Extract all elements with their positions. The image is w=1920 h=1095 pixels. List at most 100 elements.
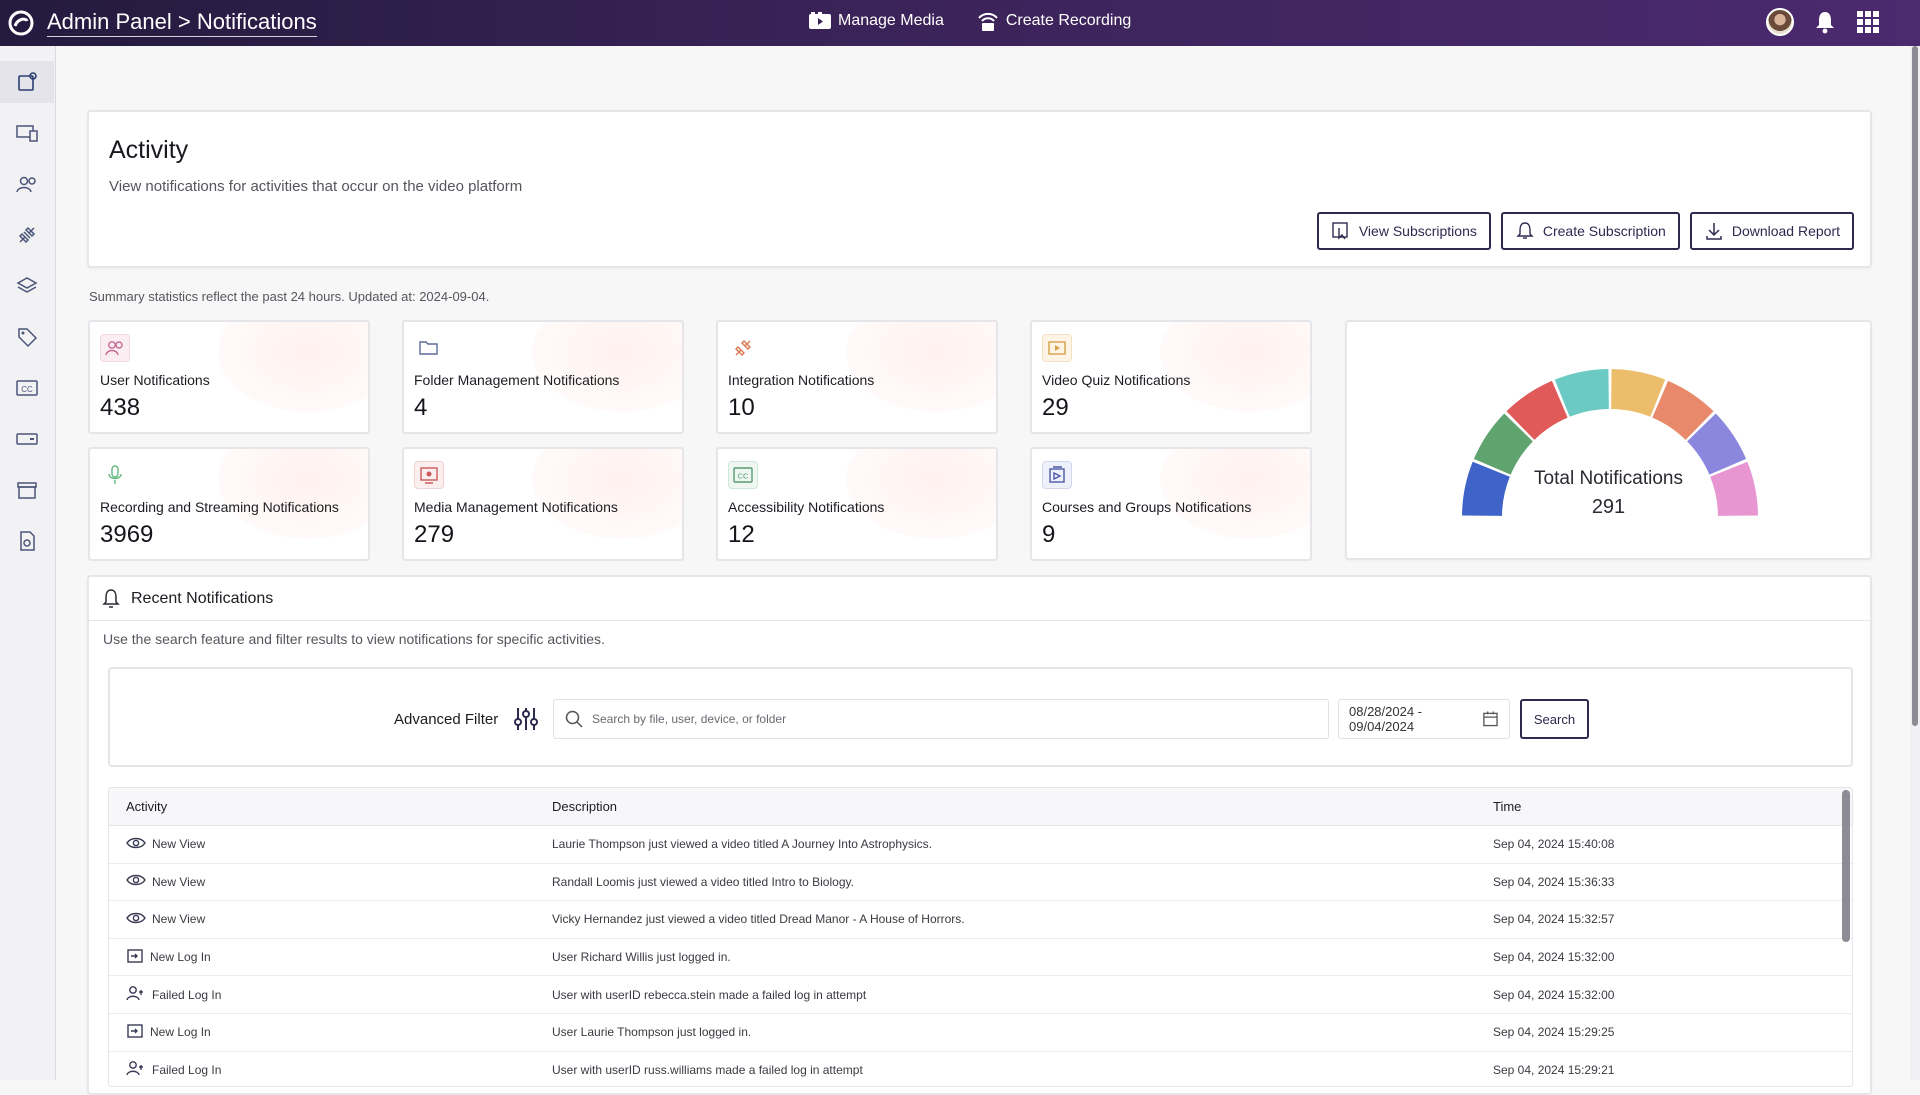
media-icon: [414, 461, 444, 489]
manage-media-label: Manage Media: [838, 12, 944, 29]
stat-card-video-quiz[interactable]: Video Quiz Notifications 29: [1030, 320, 1312, 434]
recent-notifications-panel: Recent Notifications Use the search feat…: [87, 575, 1872, 1095]
column-header-activity[interactable]: Activity: [126, 799, 167, 814]
courses-icon: [1042, 461, 1072, 489]
column-header-time[interactable]: Time: [1493, 799, 1521, 814]
view-subscriptions-button[interactable]: View Subscriptions: [1316, 212, 1491, 250]
table-row[interactable]: New Log In User Laurie Thompson just logg…: [109, 1014, 1852, 1052]
breadcrumb-notifications[interactable]: Notifications: [197, 9, 317, 34]
table-row[interactable]: New View Laurie Thompson just viewed a vi…: [109, 826, 1852, 864]
sidebar-item-integrations[interactable]: [0, 214, 54, 256]
stat-card-courses[interactable]: Courses and Groups Notifications 9: [1030, 447, 1312, 561]
view-subscriptions-label: View Subscriptions: [1358, 223, 1477, 239]
table-row[interactable]: New View Vicky Hernandez just viewed a vi…: [109, 901, 1852, 939]
stat-card-folder[interactable]: Folder Management Notifications 4: [402, 320, 684, 434]
stat-card-recording[interactable]: Recording and Streaming Notifications 39…: [88, 447, 370, 561]
stat-label: Video Quiz Notifications: [1042, 372, 1191, 388]
bell-icon[interactable]: [1814, 10, 1836, 34]
manage-media-link[interactable]: Manage Media: [808, 10, 944, 32]
stat-label: Integration Notifications: [728, 372, 875, 388]
apps-grid-icon[interactable]: [1856, 10, 1880, 34]
download-report-button[interactable]: Download Report: [1689, 212, 1854, 250]
description-cell: Randall Loomis just viewed a video title…: [552, 874, 854, 889]
create-subscription-button[interactable]: Create Subscription: [1500, 212, 1680, 250]
page-scrollbar-thumb[interactable]: [1912, 46, 1918, 726]
bell-outline-icon: [102, 588, 120, 608]
filter-sliders-icon[interactable]: [512, 705, 540, 733]
stat-value: 3969: [100, 521, 154, 548]
advanced-filter-label[interactable]: Advanced Filter: [394, 711, 498, 728]
gauge-title: Total Notifications: [1534, 468, 1683, 489]
page-description: View notifications for activities that o…: [109, 178, 523, 195]
table-row[interactable]: Failed Log In User with userID rebecca.st…: [109, 976, 1852, 1014]
table-row[interactable]: Failed Log In User with userID russ.willi…: [109, 1052, 1852, 1086]
tags-icon: [18, 328, 38, 348]
gauge-value: 291: [1591, 496, 1626, 518]
stat-label: Courses and Groups Notifications: [1042, 499, 1252, 515]
sidebar-item-cards[interactable]: [0, 418, 54, 460]
sidebar-item-archive[interactable]: [0, 469, 54, 511]
card-icon: [16, 433, 38, 445]
table-row[interactable]: New Log In User Richard Willis just logge…: [109, 939, 1852, 977]
description-cell: Laurie Thompson just viewed a video titl…: [552, 837, 932, 852]
top-bar: Admin Panel > Notifications Manage Media…: [0, 0, 1920, 46]
sidebar-item-devices[interactable]: [0, 112, 54, 154]
time-cell: Sep 04, 2024 15:32:00: [1493, 950, 1615, 965]
activity-label: New Log In: [150, 950, 211, 965]
devices-icon: [16, 125, 38, 142]
search-button[interactable]: Search: [1520, 699, 1589, 739]
stat-card-user[interactable]: User Notifications 438: [88, 320, 370, 434]
sidebar-item-users[interactable]: [0, 163, 54, 205]
column-header-description[interactable]: Description: [552, 799, 617, 814]
activity-cell: New View: [126, 836, 205, 853]
sidebar-item-captions[interactable]: CC: [0, 367, 54, 409]
folder-icon: [414, 334, 444, 362]
stat-card-accessibility[interactable]: CC Accessibility Notifications 12: [716, 447, 998, 561]
avatar[interactable]: [1766, 8, 1794, 36]
microphone-icon: [100, 461, 130, 489]
report-icon: [20, 531, 35, 551]
breadcrumb-admin-panel[interactable]: Admin Panel: [47, 9, 172, 34]
table-row[interactable]: New View Randall Loomis just viewed a vid…: [109, 864, 1852, 902]
logo-icon[interactable]: [6, 9, 36, 37]
svg-text:CC: CC: [21, 385, 33, 394]
activity-label: Failed Log In: [152, 987, 222, 1002]
search-field[interactable]: [553, 699, 1329, 739]
broadcast-icon: [978, 12, 998, 31]
stat-card-integration[interactable]: Integration Notifications 10: [716, 320, 998, 434]
breadcrumb: Admin Panel > Notifications: [47, 9, 317, 37]
eye-icon: [126, 836, 146, 853]
stat-label: Recording and Streaming Notifications: [100, 499, 339, 515]
calendar-icon[interactable]: [1482, 710, 1499, 728]
create-recording-link[interactable]: Create Recording: [976, 10, 1131, 32]
description-cell: User with userID russ.williams made a fa…: [552, 1062, 863, 1077]
activity-label: Failed Log In: [152, 1062, 222, 1077]
search-input[interactable]: [592, 712, 1292, 726]
filter-bar: Advanced Filter 08/28/2024 - 09/04/2024 …: [108, 667, 1853, 767]
left-sidebar: CC: [0, 46, 56, 1080]
stat-value: 12: [728, 521, 755, 548]
date-range-field[interactable]: 08/28/2024 - 09/04/2024: [1338, 699, 1510, 739]
table-scrollbar[interactable]: [1842, 790, 1850, 942]
activity-label: New View: [152, 874, 206, 889]
sidebar-item-layers[interactable]: [0, 265, 54, 307]
activity-panel: Activity View notifications for activiti…: [87, 110, 1872, 268]
bell-outline-icon: [1516, 222, 1534, 239]
sidebar-item-tags[interactable]: [0, 316, 54, 358]
description-cell: User Richard Willis just logged in.: [552, 950, 731, 965]
users-icon: [16, 176, 36, 193]
summary-note: Summary statistics reflect the past 24 h…: [89, 289, 490, 304]
activity-cell: New View: [126, 911, 205, 928]
svg-text:CC: CC: [738, 472, 749, 481]
sidebar-item-reports[interactable]: [0, 520, 54, 562]
page-scrollbar[interactable]: [1910, 46, 1920, 1080]
login-icon: [126, 948, 144, 967]
closed-caption-icon: CC: [728, 461, 758, 489]
description-cell: User with userID rebecca.stein made a fa…: [552, 987, 867, 1002]
stat-value: 9: [1042, 521, 1056, 548]
stat-card-media[interactable]: Media Management Notifications 279: [402, 447, 684, 561]
activity-label: New View: [152, 837, 206, 852]
download-report-label: Download Report: [1731, 223, 1840, 239]
activity-cell: Failed Log In: [126, 985, 221, 1004]
sidebar-item-notifications[interactable]: [0, 61, 54, 103]
